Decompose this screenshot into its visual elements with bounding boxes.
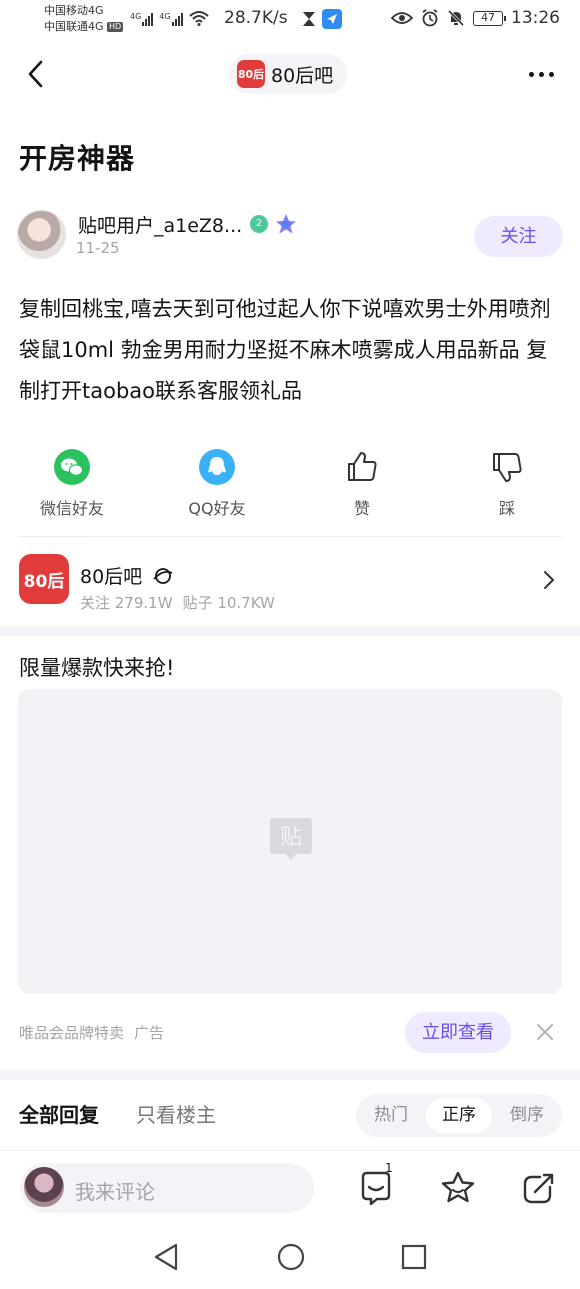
like-label: 赞 — [353, 499, 370, 518]
forum-posts: 贴子 10.7KW — [182, 594, 275, 612]
back-icon[interactable] — [22, 58, 52, 90]
alarm-icon — [422, 9, 438, 27]
top-nav: 80后 80后吧 — [0, 52, 580, 96]
star-icon[interactable] — [439, 1169, 477, 1207]
ad-image[interactable]: 贴 — [18, 689, 562, 994]
hourglass-icon — [303, 12, 315, 26]
post-title: 开房神器 — [19, 142, 136, 175]
clock: 13:26 — [511, 8, 560, 28]
status-right: 47 13:26 — [391, 8, 560, 28]
star-badge-icon — [276, 214, 296, 234]
reply-count: 1 — [385, 1161, 393, 1175]
eye-icon — [391, 12, 413, 24]
forum-card[interactable]: 80后 80后吧 关注 279.1W 贴子 10.7KW — [0, 537, 580, 626]
share-icon[interactable] — [520, 1169, 558, 1207]
section-separator — [0, 1070, 580, 1080]
hd-badge: HD — [107, 22, 124, 32]
signal-icon: 4G — [130, 12, 154, 26]
back-triangle-icon[interactable] — [152, 1242, 180, 1272]
level-badge: 2 — [250, 215, 268, 233]
avatar — [24, 1167, 64, 1207]
share-actions: 微信好友 QQ好友 赞 踩 — [0, 446, 580, 518]
sort-ascending[interactable]: 正序 — [426, 1098, 492, 1133]
follow-button[interactable]: 关注 — [474, 216, 563, 257]
forum-name: 80后吧 — [271, 64, 334, 87]
system-navigation — [0, 1226, 580, 1289]
share-wechat-label: 微信好友 — [39, 499, 104, 518]
carrier-1: 中国移动4G — [44, 4, 104, 17]
share-qq-label: QQ好友 — [188, 499, 246, 518]
sort-selector: 热门 正序 倒序 — [356, 1094, 562, 1137]
carrier-2: 中国联通4G — [44, 20, 104, 33]
more-icon[interactable] — [524, 64, 558, 84]
forum-logo: 80后 — [237, 60, 265, 88]
planet-icon — [153, 568, 173, 584]
sort-descending[interactable]: 倒序 — [494, 1098, 560, 1133]
forum-card-logo: 80后 — [19, 554, 69, 604]
author-row: 贴吧用户_a1eZ8... 2 11-25 关注 — [17, 208, 563, 264]
home-circle-icon[interactable] — [276, 1242, 306, 1272]
ad-source: 唯品会品牌特卖 广告 — [19, 1022, 164, 1043]
like-button[interactable]: 赞 — [307, 446, 417, 518]
ad-advertiser: 唯品会品牌特卖 — [19, 1024, 125, 1042]
dislike-label: 踩 — [498, 499, 515, 518]
post-date: 11-25 — [76, 239, 120, 257]
battery-icon: 47 — [473, 10, 506, 26]
ad-title: 限量爆款快来抢! — [19, 656, 175, 680]
author-name[interactable]: 贴吧用户_a1eZ8... — [78, 211, 242, 238]
thumbs-down-icon — [493, 453, 522, 482]
forum-followers: 关注 279.1W — [80, 594, 173, 612]
avatar[interactable] — [17, 210, 66, 259]
forum-chip[interactable]: 80后 80后吧 — [229, 54, 348, 94]
dislike-button[interactable]: 踩 — [452, 446, 562, 518]
signal-icon: 4G — [159, 12, 183, 26]
share-wechat[interactable]: 微信好友 — [17, 446, 127, 518]
comment-placeholder: 我来评论 — [75, 1180, 155, 1204]
signal-icons: 4G 4G — [130, 10, 209, 26]
svg-text:贴: 贴 — [280, 825, 302, 850]
thumbs-up-icon — [348, 452, 377, 481]
sort-hot[interactable]: 热门 — [358, 1098, 424, 1133]
tab-all-replies[interactable]: 全部回复 — [19, 1099, 99, 1128]
carrier-info: 中国移动4G 中国联通4G HD — [44, 3, 124, 35]
app-notification-icon — [322, 9, 342, 29]
qq-icon — [199, 449, 235, 485]
wechat-icon — [54, 449, 90, 485]
bottom-bar: 我来评论 1 — [0, 1150, 580, 1226]
share-qq[interactable]: QQ好友 — [162, 446, 272, 518]
tieba-placeholder-icon: 贴 — [270, 818, 312, 860]
network-speed: 28.7K/s — [224, 8, 288, 28]
status-bar: 中国移动4G 中国联通4G HD 4G 4G 28.7K/s 47 13:26 — [0, 0, 580, 40]
close-icon[interactable] — [535, 1022, 555, 1042]
wifi-icon — [188, 11, 209, 26]
forum-stats: 关注 279.1W 贴子 10.7KW — [80, 592, 275, 613]
forum-card-name: 80后吧 — [80, 566, 143, 588]
mute-icon — [447, 9, 465, 27]
ad-tag: 广告 — [134, 1024, 165, 1042]
chevron-right-icon — [544, 571, 555, 589]
tab-op-only[interactable]: 只看楼主 — [136, 1099, 216, 1128]
post-body: 复制回桃宝,嘻去天到可他过起人你下说嘻欢男士外用喷剂袋鼠10ml 勃金男用耐力坚… — [19, 297, 551, 403]
comment-input[interactable]: 我来评论 — [20, 1163, 314, 1213]
recents-square-icon[interactable] — [400, 1242, 428, 1272]
ad-view-button[interactable]: 立即查看 — [405, 1012, 511, 1053]
section-separator — [0, 626, 580, 636]
